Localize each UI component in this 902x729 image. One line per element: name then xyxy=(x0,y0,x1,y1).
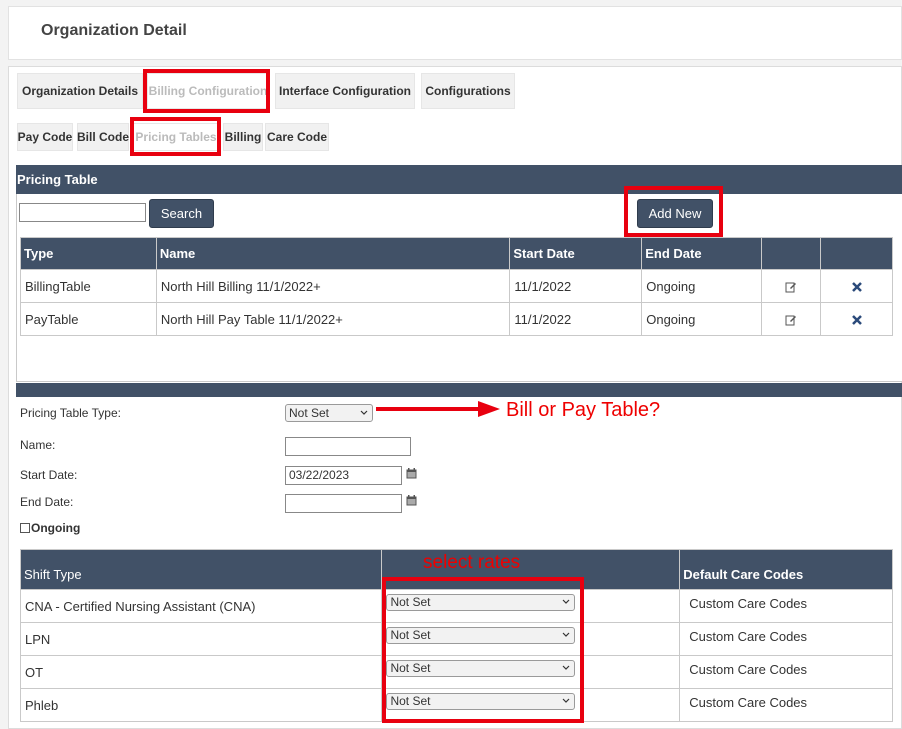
column-header-end-date: End Date xyxy=(641,237,763,270)
delete-icon[interactable] xyxy=(851,314,863,326)
pricing-table-header: Pricing Table xyxy=(16,165,902,194)
end-date-field[interactable] xyxy=(285,494,402,513)
care-codes: Custom Care Codes xyxy=(679,688,893,722)
annotation-bill-or-pay: Bill or Pay Table? xyxy=(506,399,661,421)
rate-cell: Not Set xyxy=(381,688,681,722)
table-row: CNA - Certified Nursing Assistant (CNA) … xyxy=(19,589,893,623)
column-header-shift-type: Shift Type xyxy=(19,549,383,590)
subtab-pricing-tables[interactable]: Pricing Tables xyxy=(133,123,219,151)
row-type: BillingTable xyxy=(20,269,157,303)
pricing-table-header-row: Type Name Start Date End Date xyxy=(20,237,893,270)
rate-cell: Not Set xyxy=(381,622,681,656)
table-row: PayTable North Hill Pay Table 11/1/2022+… xyxy=(20,302,893,336)
row-edit-cell xyxy=(761,302,822,336)
rate-select-value: Not Set xyxy=(390,627,431,642)
org-detail-card: Organization Details Billing Configurati… xyxy=(8,66,902,729)
page-title: Organization Detail xyxy=(41,22,187,39)
table-row: LPN Not Set Custom Care Codes xyxy=(19,622,893,656)
calendar-icon[interactable] xyxy=(406,495,417,506)
rate-select-value: Not Set xyxy=(390,594,431,609)
edit-icon[interactable] xyxy=(785,281,797,293)
shift-type: Phleb xyxy=(19,688,383,722)
table-row: Phleb Not Set Custom Care Codes xyxy=(19,688,893,722)
row-end-date: Ongoing xyxy=(641,269,763,303)
chevron-down-icon xyxy=(563,698,570,703)
tab-billing-configuration[interactable]: Billing Configuration xyxy=(147,73,269,109)
column-header-delete xyxy=(820,237,893,270)
row-end-date: Ongoing xyxy=(641,302,763,336)
start-date-label: Start Date: xyxy=(20,468,78,482)
subtab-billing[interactable]: Billing xyxy=(223,123,263,151)
rate-select[interactable]: Not Set xyxy=(386,626,576,644)
edit-icon[interactable] xyxy=(785,314,797,326)
pricing-table-heading: Pricing Table xyxy=(17,172,98,187)
page-header: Organization Detail xyxy=(8,6,902,60)
table-row: BillingTable North Hill Billing 11/1/202… xyxy=(20,269,893,303)
pricing-table-grid: Type Name Start Date End Date BillingTab… xyxy=(20,237,893,336)
row-start-date: 11/1/2022 xyxy=(509,269,643,303)
add-new-button[interactable]: Add New xyxy=(637,199,713,228)
search-button[interactable]: Search xyxy=(149,199,214,228)
rate-select-value: Not Set xyxy=(390,693,431,708)
row-name: North Hill Billing 11/1/2022+ xyxy=(155,269,511,303)
chevron-down-icon xyxy=(563,665,570,670)
row-edit-cell xyxy=(761,269,822,303)
row-start-date: 11/1/2022 xyxy=(509,302,643,336)
chevron-down-icon xyxy=(360,410,368,415)
shift-type: CNA - Certified Nursing Assistant (CNA) xyxy=(19,589,383,623)
column-header-edit xyxy=(761,237,822,270)
ongoing-checkbox-row: Ongoing xyxy=(20,521,80,535)
subtab-bill-code[interactable]: Bill Code xyxy=(77,123,129,151)
care-codes: Custom Care Codes xyxy=(679,622,893,656)
start-date-field[interactable]: 03/22/2023 xyxy=(285,466,402,485)
shift-rate-table: Shift Type Default Care Codes CNA - Cert… xyxy=(19,549,893,722)
arrow-annotation-icon xyxy=(376,401,500,417)
delete-icon[interactable] xyxy=(851,281,863,293)
column-header-start-date: Start Date xyxy=(509,237,643,270)
subtab-care-code[interactable]: Care Code xyxy=(265,123,329,151)
chevron-down-icon xyxy=(563,632,570,637)
rate-select[interactable]: Not Set xyxy=(386,659,576,677)
care-codes: Custom Care Codes xyxy=(679,589,893,623)
row-type: PayTable xyxy=(20,302,157,336)
rate-cell: Not Set xyxy=(381,589,681,623)
row-delete-cell xyxy=(820,269,893,303)
name-field[interactable] xyxy=(285,437,411,456)
column-header-name: Name xyxy=(155,237,511,270)
column-header-default-care-codes: Default Care Codes xyxy=(679,549,893,590)
name-label: Name: xyxy=(20,438,56,452)
shift-type: OT xyxy=(19,655,383,689)
ongoing-checkbox[interactable] xyxy=(20,523,30,533)
annotation-select-rates: select rates xyxy=(423,552,521,573)
search-input[interactable] xyxy=(19,203,146,222)
tab-configurations[interactable]: Configurations xyxy=(421,73,515,109)
pricing-table-type-label: Pricing Table Type: xyxy=(20,406,121,420)
end-date-label: End Date: xyxy=(20,495,74,509)
pricing-table-type-value: Not Set xyxy=(289,406,330,420)
ongoing-label: Ongoing xyxy=(31,521,81,535)
pricing-table-type-select[interactable]: Not Set xyxy=(285,404,373,422)
pricing-form-header xyxy=(16,383,902,397)
care-codes: Custom Care Codes xyxy=(679,655,893,689)
shift-type: LPN xyxy=(19,622,383,656)
calendar-icon[interactable] xyxy=(406,468,417,479)
table-row: OT Not Set Custom Care Codes xyxy=(19,655,893,689)
rate-select[interactable]: Not Set xyxy=(386,692,576,710)
row-delete-cell xyxy=(820,302,893,336)
subtab-pay-code[interactable]: Pay Code xyxy=(17,123,73,151)
rate-cell: Not Set xyxy=(381,655,681,689)
chevron-down-icon xyxy=(563,599,570,604)
rate-select[interactable]: Not Set xyxy=(386,593,576,611)
column-header-type: Type xyxy=(20,237,157,270)
rate-select-value: Not Set xyxy=(390,660,431,675)
tab-organization-details[interactable]: Organization Details xyxy=(17,73,143,109)
row-name: North Hill Pay Table 11/1/2022+ xyxy=(155,302,511,336)
tab-interface-configuration[interactable]: Interface Configuration xyxy=(275,73,415,109)
